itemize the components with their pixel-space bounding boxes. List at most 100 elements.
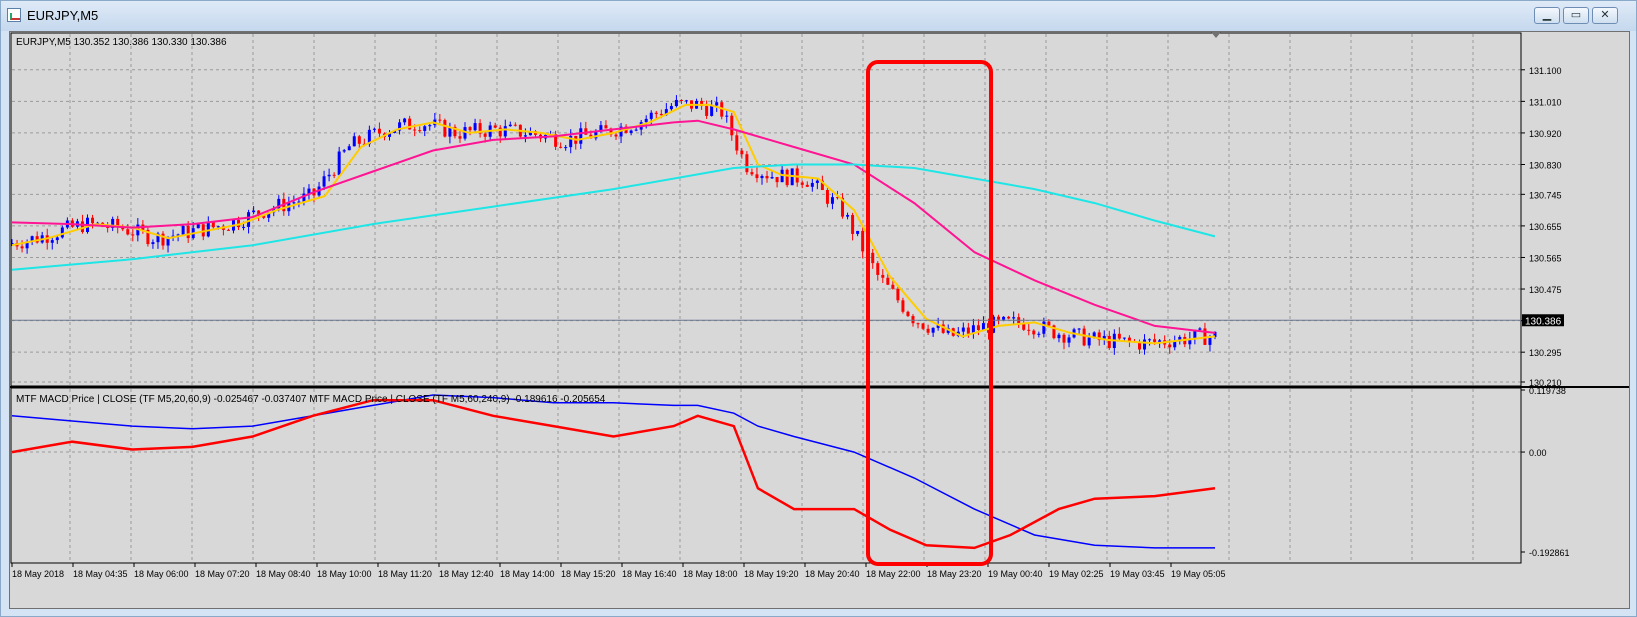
time-label: 18 May 14:00 xyxy=(500,569,555,579)
candle-body xyxy=(559,146,563,148)
candle-body xyxy=(1082,328,1086,346)
time-label: 18 May 15:20 xyxy=(561,569,616,579)
title-bar[interactable]: EURJPY,M5 ▁ ▭ ✕ xyxy=(1,1,1636,31)
candle-body xyxy=(710,105,714,116)
candle-body xyxy=(347,146,351,151)
candle-body xyxy=(60,227,64,238)
candle-body xyxy=(770,177,774,179)
candle-body xyxy=(151,242,155,245)
candle-body xyxy=(926,328,930,333)
candle-body xyxy=(906,311,910,317)
candle-body xyxy=(861,230,865,252)
candle-body xyxy=(634,129,638,131)
candle-body xyxy=(851,215,855,234)
candle-body xyxy=(80,221,84,233)
time-label: 18 May 2018 xyxy=(12,569,64,579)
candle-body xyxy=(810,182,814,187)
candle-body xyxy=(629,130,633,133)
candle-body xyxy=(342,150,346,152)
maximize-button[interactable]: ▭ xyxy=(1563,7,1589,24)
candle-body xyxy=(674,99,678,107)
candle-body xyxy=(1042,321,1046,334)
candle-body xyxy=(579,128,583,144)
candle-body xyxy=(745,154,749,173)
window-title: EURJPY,M5 xyxy=(27,8,99,23)
candle-body xyxy=(1143,339,1147,350)
candle-body xyxy=(327,174,331,177)
candle-body xyxy=(891,284,895,289)
time-label: 18 May 16:40 xyxy=(622,569,677,579)
candle-body xyxy=(830,197,834,204)
candle-body xyxy=(725,115,729,117)
candle-body xyxy=(644,118,648,123)
candle-body xyxy=(886,277,890,285)
candle-body xyxy=(564,147,568,149)
candle-body xyxy=(1168,344,1172,348)
candle-body xyxy=(403,118,407,123)
candle-body xyxy=(292,202,296,204)
time-label: 18 May 08:40 xyxy=(256,569,311,579)
candle-body xyxy=(976,325,980,331)
candle-body xyxy=(997,316,1001,320)
candle-body xyxy=(1077,328,1081,330)
candle-body xyxy=(604,125,608,129)
candle-body xyxy=(740,150,744,155)
time-label: 19 May 05:05 xyxy=(1171,569,1226,579)
candle-body xyxy=(337,151,341,175)
time-label: 18 May 22:00 xyxy=(866,569,921,579)
candle-body xyxy=(508,124,512,127)
close-button[interactable]: ✕ xyxy=(1592,7,1618,24)
price-label: 131.100 xyxy=(1529,66,1562,76)
indicator-label: 0.119738 xyxy=(1529,386,1566,396)
candle-body xyxy=(760,175,764,179)
candle-body xyxy=(684,100,688,102)
candle-body xyxy=(483,133,487,137)
candle-body xyxy=(1062,334,1066,343)
candle-body xyxy=(785,169,789,186)
current-price-label: 130.386 xyxy=(1525,316,1562,327)
chart-window-icon xyxy=(7,8,21,22)
time-label: 18 May 10:00 xyxy=(317,569,372,579)
candle-body xyxy=(211,222,215,228)
candle-body xyxy=(357,136,361,144)
candle-body xyxy=(1007,316,1011,319)
candle-body xyxy=(856,230,860,234)
price-label: 130.830 xyxy=(1529,161,1562,171)
candle-body xyxy=(1153,339,1157,342)
candle-body xyxy=(322,176,326,187)
price-label: 130.745 xyxy=(1529,190,1562,200)
time-label: 19 May 00:40 xyxy=(988,569,1043,579)
candle-body xyxy=(91,217,95,224)
price-chart-svg[interactable]: EURJPY,M5 130.352 130.386 130.330 130.38… xyxy=(10,32,1629,608)
time-label: 18 May 07:20 xyxy=(195,569,250,579)
candle-body xyxy=(705,106,709,116)
candle-body xyxy=(876,263,880,275)
time-label: 18 May 12:40 xyxy=(439,569,494,579)
candle-body xyxy=(418,130,422,132)
candle-body xyxy=(50,240,54,243)
candle-body xyxy=(20,246,24,249)
candle-body xyxy=(1198,328,1202,330)
time-label: 18 May 23:20 xyxy=(927,569,982,579)
time-label: 18 May 11:20 xyxy=(378,569,432,579)
candle-body xyxy=(186,226,190,239)
candle-body xyxy=(196,224,200,229)
candle-body xyxy=(1002,316,1006,320)
minimize-button[interactable]: ▁ xyxy=(1534,7,1560,24)
candle-body xyxy=(896,288,900,301)
chart-area[interactable]: EURJPY,M5 130.352 130.386 130.330 130.38… xyxy=(9,31,1630,609)
candle-body xyxy=(443,120,447,137)
candle-body xyxy=(413,129,417,131)
time-label: 19 May 03:45 xyxy=(1110,569,1165,579)
time-label: 18 May 04:35 xyxy=(73,569,128,579)
candle-body xyxy=(493,125,497,128)
candle-body xyxy=(649,112,653,119)
candle-body xyxy=(1158,340,1162,342)
candle-body xyxy=(468,127,472,131)
candle-body xyxy=(438,119,442,121)
candle-body xyxy=(755,174,759,179)
price-label: 130.295 xyxy=(1529,348,1562,358)
candle-body xyxy=(513,124,517,126)
candle-body xyxy=(372,128,376,130)
candle-body xyxy=(1117,333,1121,339)
